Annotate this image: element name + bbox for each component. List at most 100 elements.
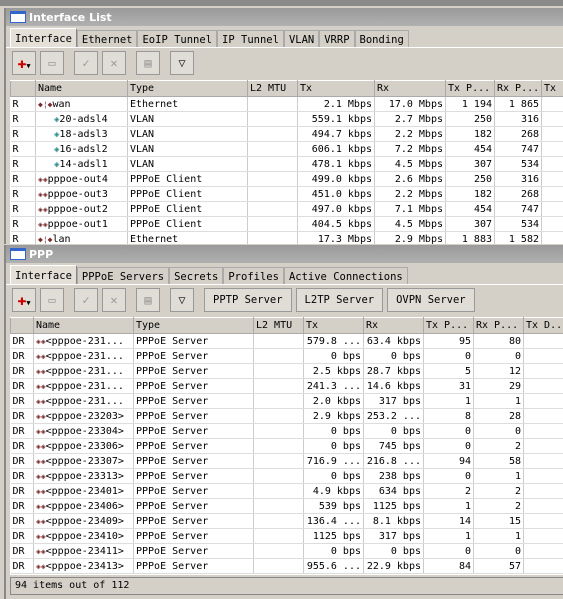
tab-vlan[interactable]: VLAN bbox=[283, 30, 320, 47]
pptp-server-button[interactable]: PPTP Server bbox=[204, 288, 292, 312]
column-header[interactable]: Name bbox=[33, 317, 134, 334]
type-cell: PPPoE Client bbox=[127, 171, 248, 187]
enable-button[interactable]: ✓ bbox=[74, 51, 98, 75]
column-header[interactable]: Name bbox=[35, 80, 128, 97]
table-row[interactable]: DR ◈◈<pppoe-231... PPPoE Server 0 bps 0 bps 0… bbox=[10, 348, 563, 364]
extra-cell bbox=[523, 393, 563, 409]
table-row[interactable]: DR ◈◈<pppoe-23413> PPPoE Server 955.6 ... 22… bbox=[10, 558, 563, 574]
table-row[interactable]: R ◈18-adsl3 VLAN 494.7 kbps 2.2 Mbps 182 268 bbox=[10, 126, 563, 142]
table-row[interactable]: R ◈◈pppoe-out2 PPPoE Client 497.0 kbps 7.1 M… bbox=[10, 201, 563, 217]
flags-cell: DR bbox=[10, 558, 34, 574]
column-header[interactable]: Tx bbox=[303, 317, 364, 334]
table-row[interactable]: DR ◈◈<pppoe-23409> PPPoE Server 136.4 ... 8.… bbox=[10, 513, 563, 529]
extra-cell bbox=[523, 363, 563, 379]
table-row[interactable]: R ◆¦◆lan Ethernet 17.3 Mbps 2.9 Mbps 1 883 1 5… bbox=[10, 231, 563, 244]
column-header[interactable]: L2 MTU bbox=[253, 317, 304, 334]
comment-button[interactable]: ▤ bbox=[136, 288, 160, 312]
flags-cell: R bbox=[10, 231, 36, 244]
tab-profiles[interactable]: Profiles bbox=[223, 267, 284, 284]
name-text: <pppoe-23409> bbox=[45, 515, 124, 527]
type-cell: VLAN bbox=[127, 141, 248, 157]
table-row[interactable]: DR ◈◈<pppoe-23307> PPPoE Server 716.9 ... 21… bbox=[10, 453, 563, 469]
title-bar[interactable]: PPP bbox=[6, 245, 563, 263]
comment-button[interactable]: ▤ bbox=[136, 51, 160, 75]
table-row[interactable]: DR ◈◈<pppoe-231... PPPoE Server 2.0 kbps 317… bbox=[10, 393, 563, 409]
tab-vrrp[interactable]: VRRP bbox=[319, 30, 355, 47]
tab-eoip-tunnel[interactable]: EoIP Tunnel bbox=[137, 30, 218, 47]
extra-cell bbox=[523, 543, 563, 559]
table-row[interactable]: DR ◈◈<pppoe-23304> PPPoE Server 0 bps 0 bps 0… bbox=[10, 423, 563, 439]
tab-pppoe-servers[interactable]: PPPoE Servers bbox=[76, 267, 170, 284]
ppp-interface-icon: ◈◈ bbox=[38, 204, 48, 214]
column-header[interactable]: Rx P... bbox=[473, 317, 524, 334]
tx-cell: 136.4 ... bbox=[303, 513, 364, 529]
type-cell: PPPoE Server bbox=[133, 543, 254, 559]
name-cell: ◈◈<pppoe-231... bbox=[33, 333, 134, 349]
table-row[interactable]: DR ◈◈<pppoe-231... PPPoE Server 241.3 ... 14… bbox=[10, 378, 563, 394]
ovpn-server-button[interactable]: OVPN Server bbox=[387, 288, 475, 312]
column-header[interactable]: L2 MTU bbox=[247, 80, 298, 97]
table-row[interactable]: DR ◈◈<pppoe-231... PPPoE Server 579.8 ... 63… bbox=[10, 333, 563, 349]
table-row[interactable]: DR ◈◈<pppoe-23406> PPPoE Server 539 bps 1125… bbox=[10, 498, 563, 514]
remove-button[interactable]: ▭ bbox=[40, 288, 64, 312]
tx-packets-cell: 2 bbox=[423, 483, 474, 499]
column-header[interactable] bbox=[10, 317, 34, 334]
ppp-interface-icon: ◈◈ bbox=[36, 396, 46, 406]
tab-active-connections[interactable]: Active Connections bbox=[283, 267, 408, 284]
name-cell: ◈◈<pppoe-23203> bbox=[33, 408, 134, 424]
column-header[interactable]: Type bbox=[133, 317, 254, 334]
tab-bonding[interactable]: Bonding bbox=[354, 30, 409, 47]
type-cell: PPPoE Server bbox=[133, 333, 254, 349]
column-header[interactable]: Rx bbox=[363, 317, 424, 334]
add-button[interactable]: ✚▼ bbox=[12, 51, 36, 75]
tx-packets-cell: 182 bbox=[445, 126, 495, 142]
table-row[interactable]: DR ◈◈<pppoe-23313> PPPoE Server 0 bps 238 bp… bbox=[10, 468, 563, 484]
column-header[interactable]: Tx D... bbox=[523, 317, 563, 334]
add-button[interactable]: ✚▼ bbox=[12, 288, 36, 312]
table-row[interactable]: R ◈16-adsl2 VLAN 606.1 kbps 7.2 Mbps 454 747 bbox=[10, 141, 563, 157]
disable-button[interactable]: ✕ bbox=[102, 51, 126, 75]
table-row[interactable]: R ◈20-adsl4 VLAN 559.1 kbps 2.7 Mbps 250 316 bbox=[10, 111, 563, 127]
column-header[interactable]: Tx bbox=[541, 80, 563, 97]
l2-mtu-cell bbox=[247, 156, 298, 172]
column-header[interactable]: Type bbox=[127, 80, 248, 97]
tab-interface[interactable]: Interface bbox=[10, 28, 77, 47]
tab-ethernet[interactable]: Ethernet bbox=[76, 30, 138, 47]
title-bar[interactable]: Interface List bbox=[6, 8, 563, 26]
extra-cell bbox=[523, 438, 563, 454]
column-header[interactable]: Tx bbox=[297, 80, 375, 97]
l2tp-server-button[interactable]: L2TP Server bbox=[295, 288, 384, 312]
disable-button[interactable]: ✕ bbox=[102, 288, 126, 312]
table-row[interactable]: R ◆¦◆wan Ethernet 2.1 Mbps 17.0 Mbps 1 194 1 8… bbox=[10, 96, 563, 112]
enable-button[interactable]: ✓ bbox=[74, 288, 98, 312]
table-row[interactable]: R ◈◈pppoe-out4 PPPoE Client 499.0 kbps 2.6 M… bbox=[10, 171, 563, 187]
l2-mtu-cell bbox=[253, 408, 304, 424]
table-row[interactable]: DR ◈◈<pppoe-23401> PPPoE Server 4.9 kbps 634… bbox=[10, 483, 563, 499]
table-row[interactable]: DR ◈◈<pppoe-23203> PPPoE Server 2.9 kbps 253… bbox=[10, 408, 563, 424]
column-header[interactable]: Rx P... bbox=[494, 80, 542, 97]
table-row[interactable]: R ◈◈pppoe-out3 PPPoE Client 451.0 kbps 2.2 M… bbox=[10, 186, 563, 202]
remove-button[interactable]: ▭ bbox=[40, 51, 64, 75]
rx-cell: 2.7 Mbps bbox=[374, 111, 446, 127]
tab-interface[interactable]: Interface bbox=[10, 265, 77, 284]
rx-cell: 28.7 kbps bbox=[363, 363, 424, 379]
column-header[interactable]: Rx bbox=[374, 80, 446, 97]
table-row[interactable]: DR ◈◈<pppoe-231... PPPoE Server 2.5 kbps 28.… bbox=[10, 363, 563, 379]
tab-secrets[interactable]: Secrets bbox=[169, 267, 224, 284]
column-header[interactable]: Tx P... bbox=[423, 317, 474, 334]
type-cell: VLAN bbox=[127, 156, 248, 172]
column-header[interactable] bbox=[10, 80, 36, 97]
table-row[interactable]: DR ◈◈<pppoe-23306> PPPoE Server 0 bps 745 bp… bbox=[10, 438, 563, 454]
filter-button[interactable]: ▽ bbox=[170, 288, 194, 312]
filter-button[interactable]: ▽ bbox=[170, 51, 194, 75]
table-row[interactable]: DR ◈◈<pppoe-23410> PPPoE Server 1125 bps 317… bbox=[10, 528, 563, 544]
type-cell: PPPoE Server bbox=[133, 408, 254, 424]
column-header[interactable]: Tx P... bbox=[445, 80, 495, 97]
flags-cell: DR bbox=[10, 363, 34, 379]
name-cell: ◈◈<pppoe-231... bbox=[33, 363, 134, 379]
tab-ip-tunnel[interactable]: IP Tunnel bbox=[217, 30, 284, 47]
table-row[interactable]: R ◈◈pppoe-out1 PPPoE Client 404.5 kbps 4.5 M… bbox=[10, 216, 563, 232]
name-text: pppoe-out3 bbox=[47, 188, 108, 200]
table-row[interactable]: DR ◈◈<pppoe-23411> PPPoE Server 0 bps 0 bps 0… bbox=[10, 543, 563, 559]
table-row[interactable]: R ◈14-adsl1 VLAN 478.1 kbps 4.5 Mbps 307 534 bbox=[10, 156, 563, 172]
